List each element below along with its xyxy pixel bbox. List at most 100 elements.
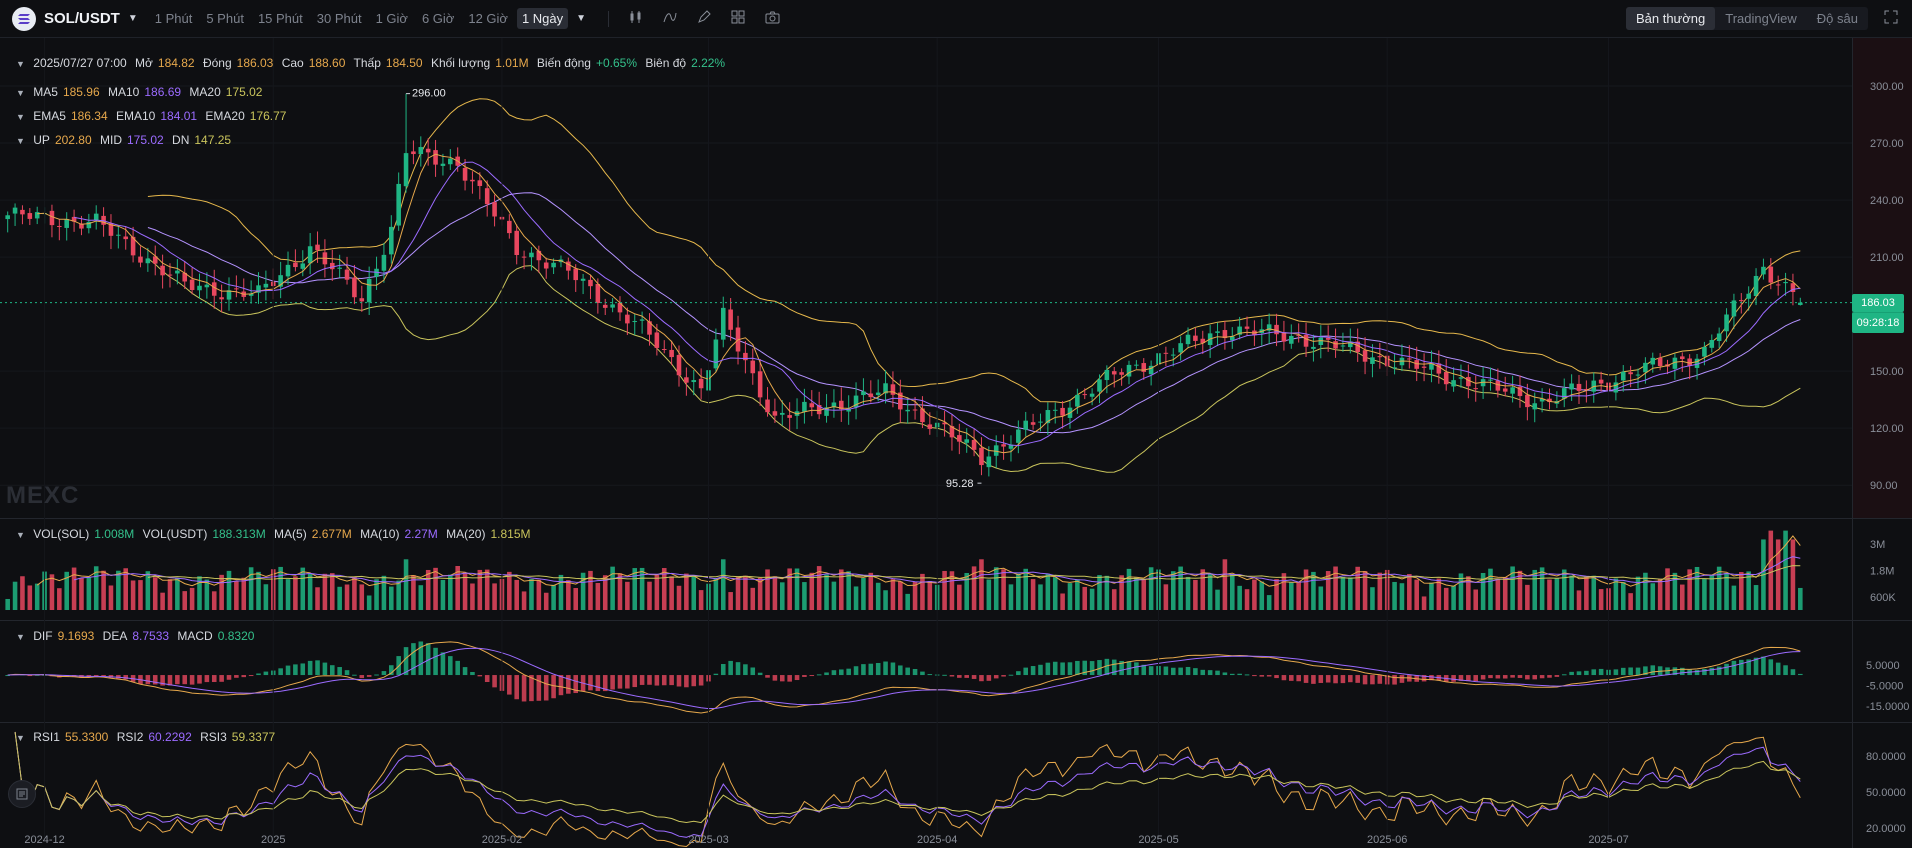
vol-ma5-value: 2.677M: [311, 527, 352, 541]
macd-histogram-bar: [971, 675, 977, 679]
macd-histogram-bar: [1399, 675, 1405, 683]
candle-body: [691, 380, 697, 383]
interval-12h[interactable]: 12 Giờ: [463, 8, 513, 29]
rsi-axis-tick-label: 80.0000: [1866, 751, 1906, 763]
macd-histogram-bar: [248, 675, 254, 677]
volume-bar: [175, 577, 180, 610]
interval-5m[interactable]: 5 Phút: [201, 8, 249, 29]
macd-histogram-bar: [1244, 674, 1250, 676]
volume-bar: [1082, 586, 1088, 610]
toolbar: SOL/USDT ▼ 1 Phút 5 Phút 15 Phút 30 Phút…: [0, 0, 1912, 38]
candle-body: [1075, 394, 1080, 407]
candle-body: [263, 283, 269, 288]
candle-body: [448, 158, 453, 165]
volume-bar: [566, 580, 571, 610]
macd-histogram-bar: [1495, 675, 1501, 679]
macd-histogram-bar: [1075, 660, 1080, 676]
price-axis-tick-label: 150.00: [1870, 366, 1904, 378]
ma20-label: MA20: [189, 85, 221, 99]
chart-canvas[interactable]: 300.00 270.00 240.00 210.00 150.00 120.00 90.0…: [0, 38, 1912, 848]
candle-body: [389, 226, 394, 255]
candle-body: [890, 384, 896, 395]
volume-bar: [344, 584, 350, 610]
ema-collapse-chevron-icon[interactable]: ▼: [16, 112, 25, 122]
volume-bar: [337, 586, 342, 610]
candle-body: [315, 244, 320, 251]
draw-icon[interactable]: [697, 10, 711, 27]
volume-bar: [1635, 576, 1641, 610]
pair-symbol[interactable]: SOL/USDT: [44, 10, 120, 27]
fullscreen-icon[interactable]: [1884, 10, 1898, 27]
volume-bar: [366, 595, 372, 610]
volume-bar: [588, 570, 593, 610]
macd-histogram-bar: [787, 675, 792, 682]
candle-body: [1451, 380, 1456, 387]
ohlc-collapse-chevron-icon[interactable]: ▼: [16, 59, 25, 69]
interval-dropdown-chevron-icon[interactable]: ▼: [576, 13, 586, 24]
interval-30m[interactable]: 30 Phút: [312, 8, 367, 29]
view-basic[interactable]: Bản thường: [1625, 7, 1716, 30]
volume-bar: [440, 579, 446, 610]
volume-bar: [462, 572, 468, 610]
candle-body: [300, 263, 306, 269]
volume-bar: [964, 572, 969, 610]
macd-histogram-bar: [381, 671, 387, 676]
candle-body: [595, 283, 601, 303]
macd-collapse-chevron-icon[interactable]: ▼: [16, 632, 25, 642]
macd-histogram-bar: [123, 675, 129, 680]
indicator-settings-icon[interactable]: [8, 780, 36, 808]
boll-dn-label: DN: [172, 133, 190, 147]
close-label: Đóng: [202, 56, 232, 70]
volume-bar: [772, 576, 778, 610]
macd-histogram-bar: [816, 674, 822, 676]
interval-1m[interactable]: 1 Phút: [150, 8, 198, 29]
pair-dropdown-chevron-icon[interactable]: ▼: [128, 13, 138, 24]
macd-histogram-bar: [1525, 675, 1530, 680]
low-label: Thấp: [353, 56, 381, 70]
boll-collapse-chevron-icon[interactable]: ▼: [16, 136, 25, 146]
interval-1d[interactable]: 1 Ngày: [516, 8, 569, 29]
candle-body: [49, 210, 55, 226]
boll-dn-value: 147.25: [194, 133, 232, 147]
candle-body: [1170, 354, 1176, 356]
rsi-collapse-chevron-icon[interactable]: ▼: [16, 733, 25, 743]
layout-icon[interactable]: [731, 10, 745, 27]
volume-bar: [824, 574, 829, 610]
volume-bar: [263, 584, 269, 610]
macd-histogram-bar: [455, 660, 460, 676]
volume-bar: [293, 576, 298, 610]
macd-histogram-bar: [684, 675, 689, 688]
x-axis-tick-label: 2025: [261, 834, 285, 846]
macd-histogram-bar: [1392, 675, 1397, 685]
volume-bar: [1451, 585, 1456, 610]
view-tradingview[interactable]: TradingView: [1715, 7, 1807, 30]
volume-bar: [1170, 571, 1176, 610]
indicator-icon[interactable]: [663, 10, 677, 27]
ema-legend: ▼ EMA5 186.34 EMA10 184.01 EMA20 176.77: [16, 109, 291, 123]
interval-1h[interactable]: 1 Giờ: [371, 8, 413, 29]
vol-collapse-chevron-icon[interactable]: ▼: [16, 530, 25, 540]
candle-body: [293, 262, 298, 268]
macd-histogram-bar: [293, 664, 298, 676]
candle-body: [1635, 374, 1641, 376]
candle-body: [1502, 388, 1508, 392]
camera-icon[interactable]: [765, 11, 780, 27]
macd-histogram-bar: [1340, 675, 1346, 684]
volume-bar: [514, 579, 519, 610]
macd-histogram-bar: [676, 675, 682, 687]
candle-body: [12, 207, 18, 214]
view-depth[interactable]: Độ sâu: [1807, 7, 1868, 30]
candle-type-icon[interactable]: [629, 10, 643, 27]
volume-bar: [957, 584, 962, 610]
macd-histogram-bar: [189, 675, 195, 685]
price-axis-tick-label: 240.00: [1870, 195, 1904, 207]
macd-histogram-bar: [1739, 659, 1744, 676]
interval-15m[interactable]: 15 Phút: [253, 8, 308, 29]
macd-histogram-bar: [1001, 675, 1006, 677]
rsi1-label: RSI1: [33, 730, 60, 744]
candle-body: [661, 348, 667, 350]
candle-body: [197, 285, 202, 291]
interval-6h[interactable]: 6 Giờ: [417, 8, 459, 29]
candle-body: [403, 153, 409, 187]
ma-collapse-chevron-icon[interactable]: ▼: [16, 88, 25, 98]
